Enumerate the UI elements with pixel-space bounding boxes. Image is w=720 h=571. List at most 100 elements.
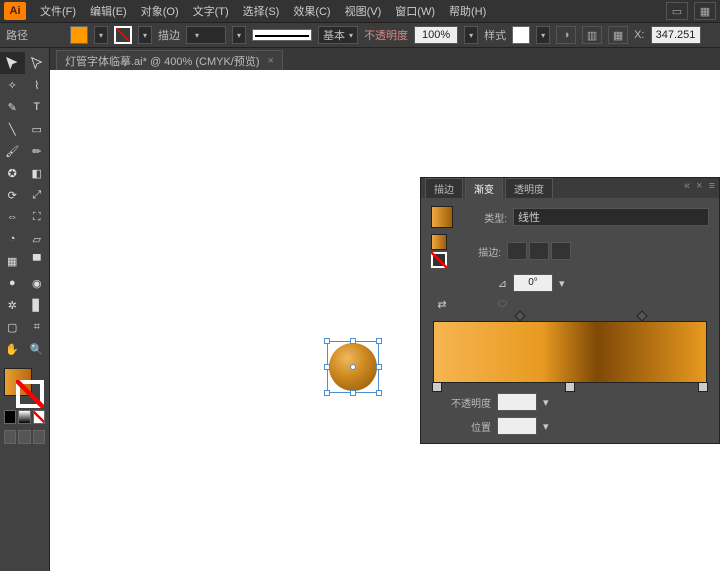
var-width-profile[interactable]: ▾ <box>232 26 246 44</box>
tab-gradient[interactable]: 渐变 <box>465 178 503 198</box>
stop-opacity-input[interactable] <box>497 393 537 411</box>
gradient-type-select[interactable]: 线性 <box>513 208 709 226</box>
draw-normal-icon[interactable] <box>4 430 16 444</box>
gradient-fill-swatch[interactable] <box>431 234 447 250</box>
handle-ml[interactable] <box>324 364 330 370</box>
menu-file[interactable]: 文件(F) <box>34 1 82 21</box>
draw-behind-icon[interactable] <box>18 430 30 444</box>
color-stop-1[interactable] <box>432 382 442 392</box>
paintbrush-tool[interactable]: 🖌 <box>0 140 25 162</box>
handle-br[interactable] <box>376 390 382 396</box>
style-swatch[interactable] <box>512 26 530 44</box>
gradient-ramp[interactable] <box>433 321 707 383</box>
zoom-tool[interactable]: 🔍 <box>25 338 50 360</box>
tab-transparency[interactable]: 透明度 <box>505 178 553 198</box>
angle-dropdown[interactable]: ▾ <box>559 277 573 290</box>
menu-object[interactable]: 对象(O) <box>135 1 185 21</box>
blend-tool[interactable]: ◉ <box>25 272 50 294</box>
selected-object[interactable] <box>327 341 379 393</box>
lasso-tool[interactable]: ⌇ <box>25 74 50 96</box>
slice-tool[interactable]: ⌗ <box>25 316 50 338</box>
arrange-icon[interactable]: ▦ <box>694 2 716 20</box>
panel-close-icon[interactable]: × <box>696 180 702 192</box>
stop-opacity-dropdown[interactable]: ▾ <box>543 396 557 409</box>
angle-input[interactable]: 0° <box>513 274 553 292</box>
menu-select[interactable]: 选择(S) <box>237 1 286 21</box>
handle-tl[interactable] <box>324 338 330 344</box>
style-dropdown[interactable]: ▾ <box>536 26 550 44</box>
rectangle-tool[interactable]: ▭ <box>25 118 50 140</box>
mesh-tool[interactable]: ▦ <box>0 250 25 272</box>
brush-preview[interactable] <box>252 29 312 41</box>
color-stop-3[interactable] <box>698 382 708 392</box>
menu-view[interactable]: 视图(V) <box>339 1 388 21</box>
eyedropper-tool[interactable]: ⦁ <box>0 272 25 294</box>
draw-inside-icon[interactable] <box>33 430 45 444</box>
line-tool[interactable]: ╲ <box>0 118 25 140</box>
gradient-preview-swatch[interactable] <box>431 206 453 228</box>
fill-dropdown[interactable]: ▾ <box>94 26 108 44</box>
menu-edit[interactable]: 编辑(E) <box>84 1 133 21</box>
gradient-stroke-swatch[interactable] <box>431 252 447 268</box>
midpoint-diamond-1[interactable] <box>514 310 525 321</box>
rotate-tool[interactable]: ⟳ <box>0 184 25 206</box>
shape-builder-tool[interactable]: ◔ <box>0 228 25 250</box>
fill-stroke-indicator[interactable] <box>0 366 49 406</box>
handle-bm[interactable] <box>350 390 356 396</box>
stroke-mode-2[interactable] <box>529 242 549 260</box>
close-tab-icon[interactable]: × <box>268 55 274 67</box>
hand-tool[interactable]: ✋ <box>0 338 25 360</box>
type-tool[interactable]: T <box>25 96 50 118</box>
stroke-box[interactable] <box>16 380 44 408</box>
menu-window[interactable]: 窗口(W) <box>389 1 441 21</box>
gradient-mode-icon[interactable] <box>18 410 30 424</box>
stop-location-input[interactable] <box>497 417 537 435</box>
selection-tool[interactable] <box>0 52 25 74</box>
handle-tm[interactable] <box>350 338 356 344</box>
scale-tool[interactable]: ⤢ <box>25 184 50 206</box>
pen-tool[interactable]: ✎ <box>0 96 25 118</box>
gradient-tool[interactable]: ▀ <box>25 250 50 272</box>
stroke-dropdown[interactable]: ▾ <box>138 26 152 44</box>
x-coord[interactable]: 347.251 <box>651 26 701 44</box>
recolor-icon[interactable]: ◑ <box>556 26 576 44</box>
direct-selection-tool[interactable] <box>25 52 50 74</box>
artboard-tool[interactable]: ▢ <box>0 316 25 338</box>
magic-wand-tool[interactable]: ✧ <box>0 74 25 96</box>
perspective-tool[interactable]: ▱ <box>25 228 50 250</box>
transform-icon[interactable]: ▦ <box>608 26 628 44</box>
opacity-dropdown[interactable]: ▾ <box>464 26 478 44</box>
symbol-sprayer-tool[interactable]: ✲ <box>0 294 25 316</box>
reverse-gradient-icon[interactable]: ⇄ <box>431 298 453 311</box>
handle-tr[interactable] <box>376 338 382 344</box>
align-icon[interactable]: ▥ <box>582 26 602 44</box>
none-mode-icon[interactable] <box>33 410 45 424</box>
pencil-tool[interactable]: ✏ <box>25 140 50 162</box>
gradient-panel[interactable]: 描边 渐变 透明度 « × ≡ 类型: 线性 描边: <box>420 177 720 444</box>
fill-swatch[interactable] <box>70 26 88 44</box>
opacity-value[interactable]: 100% <box>414 26 458 44</box>
panel-collapse-icon[interactable]: « <box>684 180 690 192</box>
stroke-mode-3[interactable] <box>551 242 571 260</box>
stroke-swatch[interactable] <box>114 26 132 44</box>
stroke-weight[interactable]: ▾ <box>186 26 226 44</box>
midpoint-diamond-2[interactable] <box>636 310 647 321</box>
width-tool[interactable]: ⇔ <box>0 206 25 228</box>
color-stop-2[interactable] <box>565 382 575 392</box>
handle-mr[interactable] <box>376 364 382 370</box>
stroke-mode-1[interactable] <box>507 242 527 260</box>
stop-location-dropdown[interactable]: ▾ <box>543 420 557 433</box>
menu-help[interactable]: 帮助(H) <box>443 1 492 21</box>
brush-def[interactable]: 基本▾ <box>318 26 358 44</box>
tab-stroke[interactable]: 描边 <box>425 178 463 198</box>
menu-effect[interactable]: 效果(C) <box>287 1 336 21</box>
eraser-tool[interactable]: ◧ <box>25 162 50 184</box>
menu-type[interactable]: 文字(T) <box>187 1 235 21</box>
handle-bl[interactable] <box>324 390 330 396</box>
layout-icon[interactable]: ▭ <box>666 2 688 20</box>
graph-tool[interactable]: ▊ <box>25 294 50 316</box>
center-point[interactable] <box>350 364 356 370</box>
free-transform-tool[interactable]: ⛶ <box>25 206 50 228</box>
document-tab[interactable]: 灯管字体临摹.ai* @ 400% (CMYK/预览) × <box>56 50 283 70</box>
blob-brush-tool[interactable]: ✪ <box>0 162 25 184</box>
